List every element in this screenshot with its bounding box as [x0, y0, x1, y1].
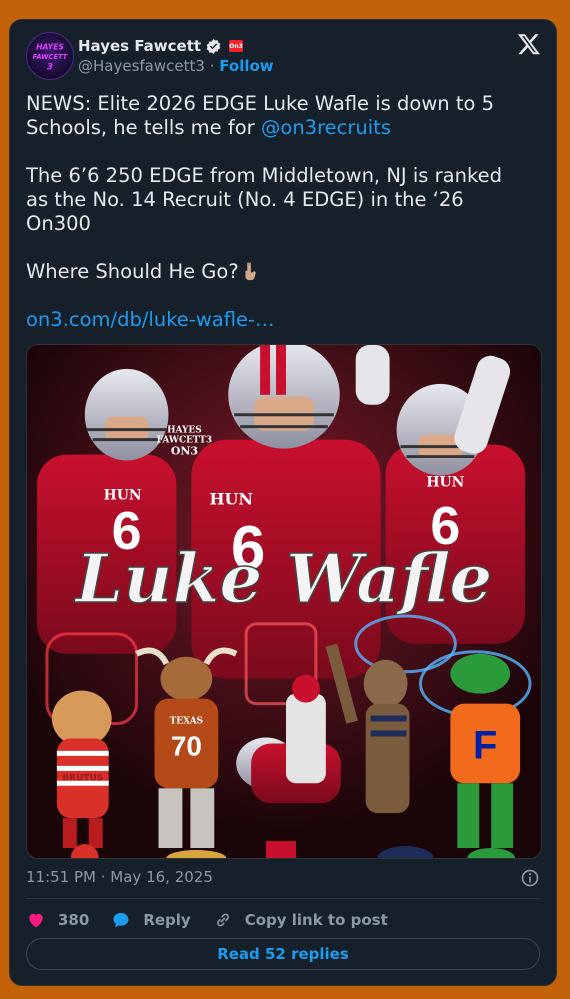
author-name-row: Hayes Fawcett On3 — [78, 35, 244, 57]
like-button[interactable]: 380 — [26, 910, 89, 930]
svg-text:F: F — [473, 723, 497, 767]
tweet-card: HAYES FAWCETT 3 Hayes Fawcett On3 @Hayes… — [9, 19, 557, 986]
divider — [26, 898, 540, 899]
tweet-paragraph-3: Where Should He Go? — [26, 260, 526, 284]
svg-text:TEXAS: TEXAS — [170, 717, 204, 727]
svg-text:FAWCETT: FAWCETT — [33, 53, 68, 61]
handle-separator: · — [209, 57, 215, 75]
tweet-text: NEWS: Elite 2026 EDGE Luke Wafle is down… — [26, 92, 526, 332]
tweet-timestamp[interactable]: 11:51 PM · May 16, 2025 — [26, 868, 213, 886]
svg-text:3: 3 — [47, 62, 53, 72]
read-replies-button[interactable]: Read 52 replies — [26, 938, 540, 970]
pointing-down-hand-icon — [245, 262, 256, 281]
reply-bubble-icon — [113, 912, 129, 928]
author-avatar[interactable]: HAYES FAWCETT 3 — [26, 32, 74, 80]
link-icon — [216, 913, 229, 927]
verified-badge-icon — [206, 38, 221, 54]
mention-link[interactable]: @on3recruits — [261, 116, 391, 139]
reply-label: Reply — [143, 911, 191, 929]
graphic-title: Luke Wafle — [74, 538, 493, 618]
author-handle[interactable]: @Hayesfawcett3 — [78, 57, 205, 75]
external-link[interactable]: on3.com/db/luke-wafle-… — [26, 308, 275, 331]
avatar-logo: HAYES FAWCETT 3 — [33, 42, 68, 72]
svg-text:BRUTUS: BRUTUS — [62, 773, 103, 783]
svg-text:HUN: HUN — [209, 489, 252, 508]
on3-affiliate-badge: On3 — [229, 40, 244, 52]
tweet-media-image[interactable]: HUN 6 HUN 6 HUN 6 HAYES FAWCETT3 ON3 Luk… — [26, 344, 542, 859]
reply-button[interactable]: Reply — [111, 910, 191, 930]
svg-text:HAYES: HAYES — [36, 42, 64, 51]
copy-link-label: Copy link to post — [244, 911, 388, 929]
svg-text:HAYES: HAYES — [167, 426, 202, 436]
x-logo-icon[interactable] — [517, 32, 541, 56]
action-bar: 380 Reply Copy link to post — [26, 908, 410, 932]
like-count: 380 — [58, 911, 90, 929]
heart-icon — [29, 913, 43, 928]
follow-button[interactable]: Follow — [219, 57, 273, 75]
tweet-question: Where Should He Go? — [26, 260, 239, 283]
svg-text:70: 70 — [171, 730, 202, 761]
author-handle-row: @Hayesfawcett3 · Follow — [78, 57, 274, 75]
svg-text:HUN: HUN — [426, 474, 464, 490]
author-name[interactable]: Hayes Fawcett — [78, 37, 201, 55]
tweet-paragraph-1: NEWS: Elite 2026 EDGE Luke Wafle is down… — [26, 92, 526, 140]
info-icon[interactable] — [520, 868, 540, 888]
svg-text:ON3: ON3 — [171, 445, 198, 458]
copy-link-button[interactable]: Copy link to post — [213, 910, 388, 930]
recruit-graphic: HUN 6 HUN 6 HUN 6 HAYES FAWCETT3 ON3 Luk… — [27, 345, 541, 858]
tweet-paragraph-2: The 6’6 250 EDGE from Middletown, NJ is … — [26, 164, 502, 235]
